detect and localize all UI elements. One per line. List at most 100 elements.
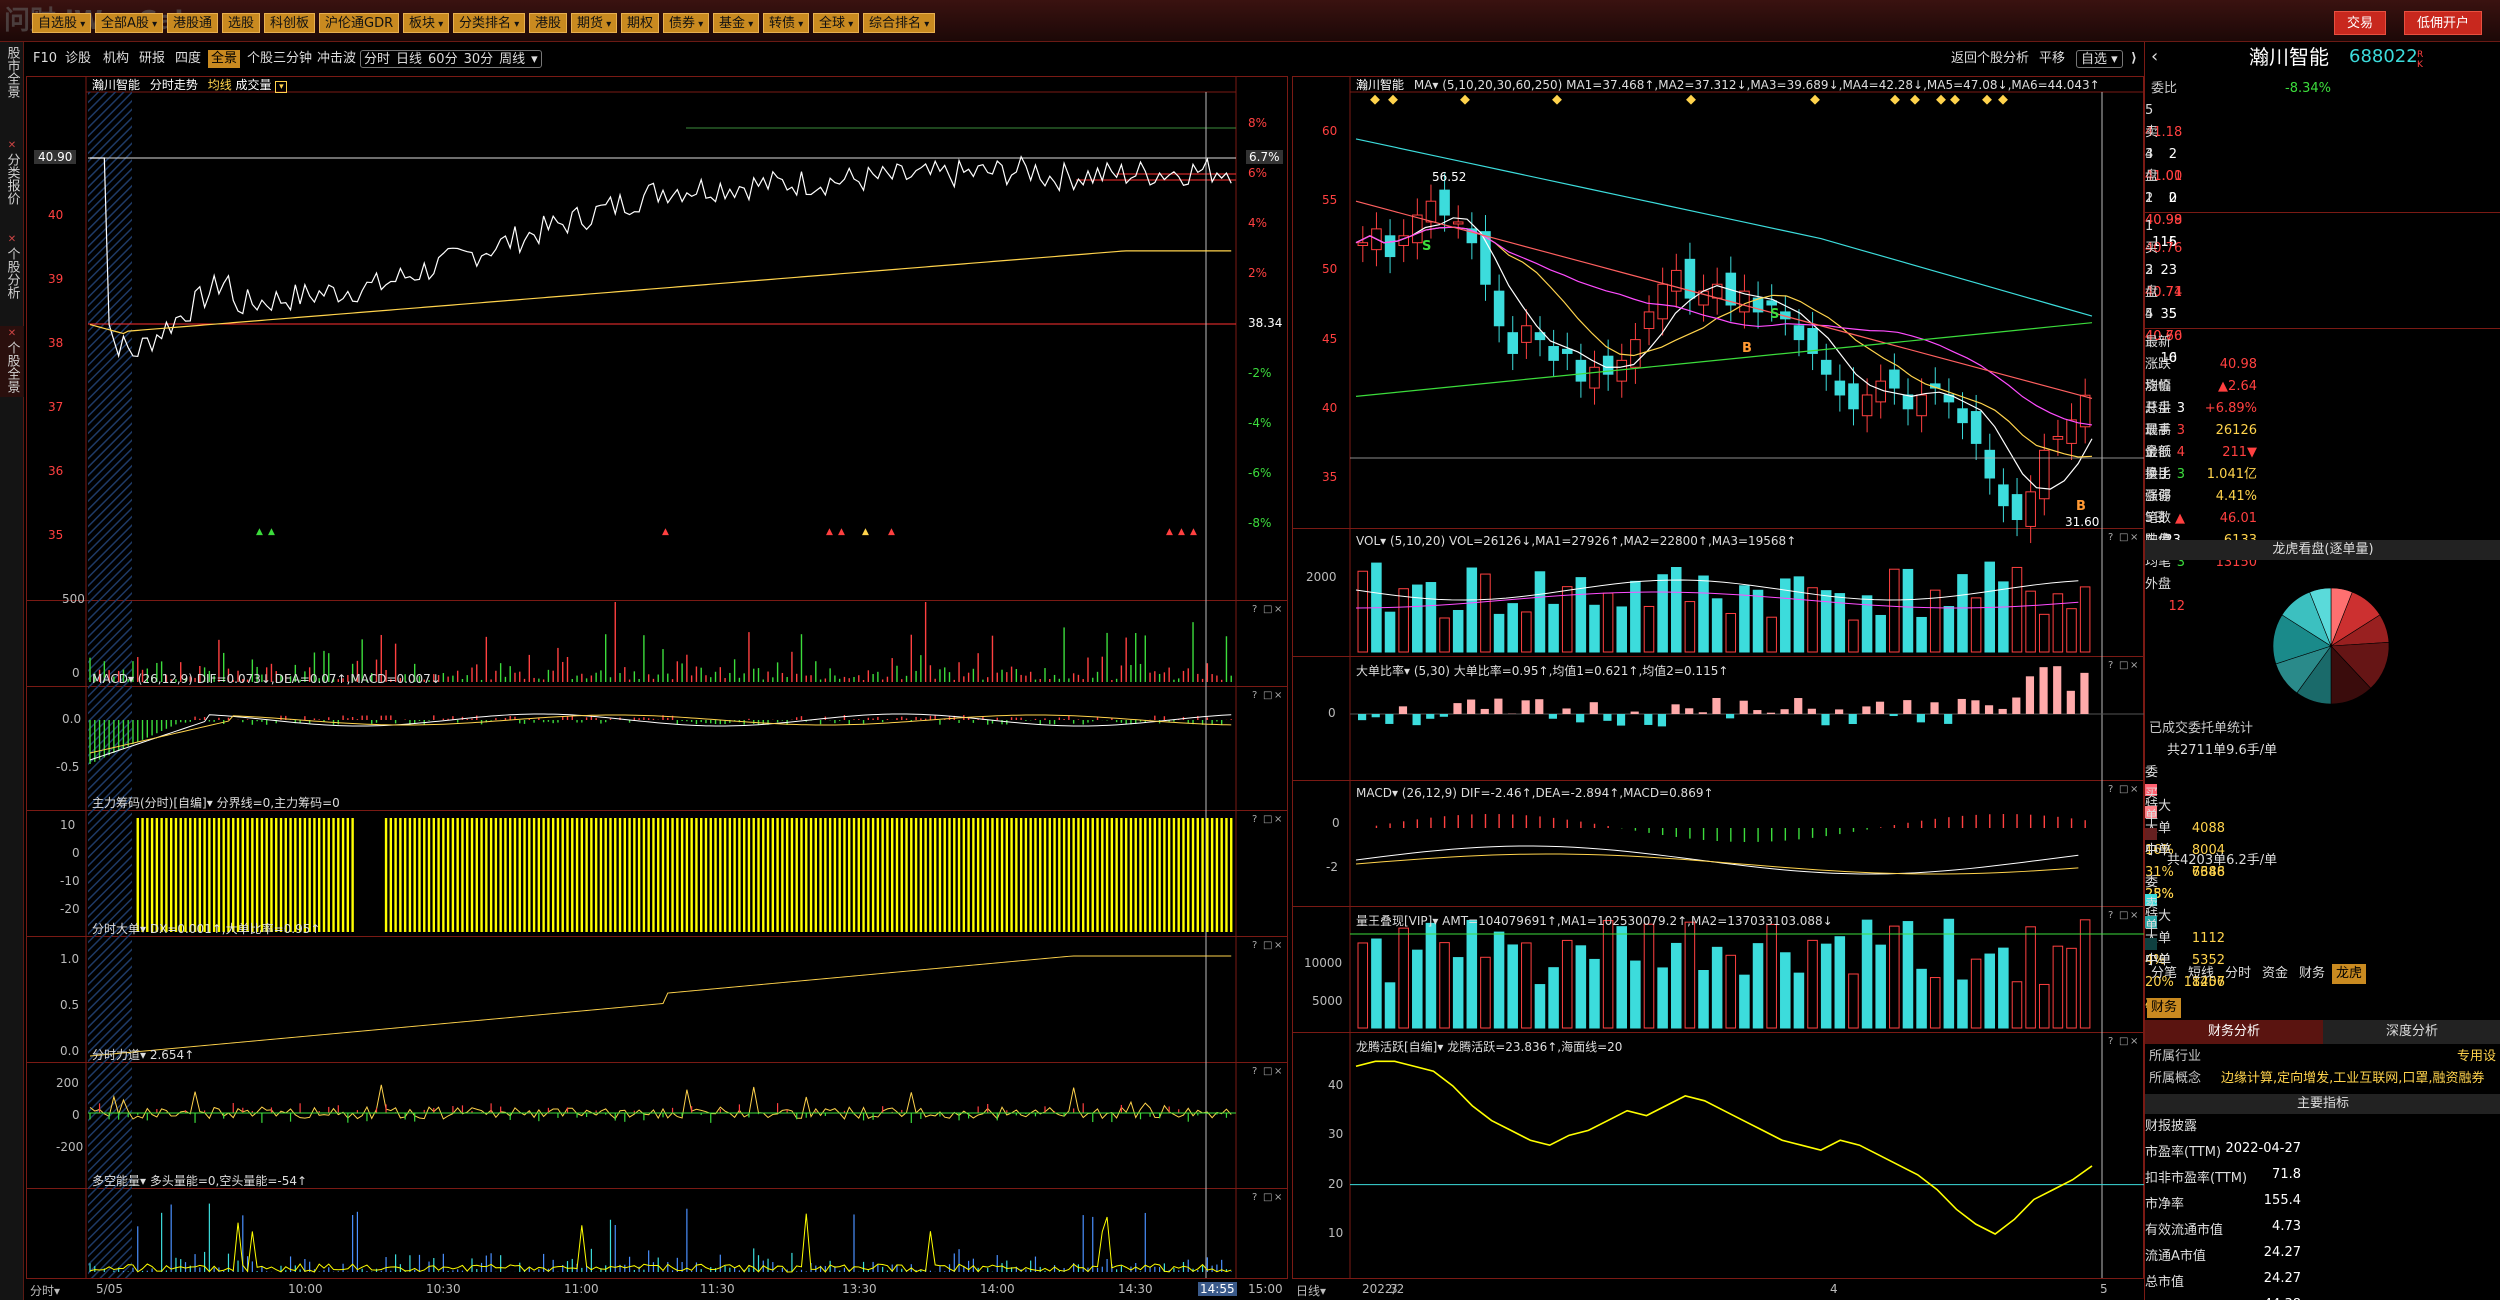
panel-control-icon: ?	[2108, 1036, 2113, 1047]
indicator-value: 44.38	[2145, 1294, 2301, 1300]
subtab-finance[interactable]: 财务	[2295, 964, 2329, 984]
sell-row[interactable]: 盘 2 40.99 15	[2145, 166, 2500, 250]
daily-volume-bar	[2079, 586, 2091, 653]
pan-button[interactable]: 平移	[2036, 50, 2068, 68]
period-intraday[interactable]: 分时	[361, 52, 393, 67]
tab-overview[interactable]: 全景	[208, 50, 241, 68]
zl-tick: -20	[60, 902, 80, 916]
collapse-icon[interactable]: ⟩	[2128, 50, 2140, 68]
candle-body	[1561, 348, 1573, 354]
dd-ratio-bar	[1944, 714, 1953, 724]
ma10-line	[1355, 226, 2093, 458]
signal-diamond	[1950, 94, 1960, 105]
lw-bar	[1780, 952, 1791, 1029]
stat-row: 笔数6133均笔	[2145, 508, 2500, 570]
sidebar-item-stock-overview[interactable]: ✕ 个股全景	[0, 326, 24, 397]
tab-impact[interactable]: 冲击波	[314, 50, 359, 68]
panel-control-icon: ×	[1274, 604, 1282, 615]
panel-border	[1292, 1032, 2144, 1279]
candle-body	[1384, 235, 1396, 258]
stock-picker-button[interactable]: 选股	[222, 13, 261, 33]
tab-four-degree[interactable]: 四度	[172, 50, 204, 68]
convertible-button[interactable]: 转债	[763, 13, 810, 33]
sell-row[interactable]: 3 41.00 2	[2145, 144, 2500, 206]
tab-diagnose[interactable]: 诊股	[62, 50, 94, 68]
tab-f10[interactable]: F10	[30, 50, 60, 68]
back-icon[interactable]: ‹	[2151, 46, 2158, 68]
funds-button[interactable]: 基金	[713, 13, 760, 33]
tab-institution[interactable]: 机构	[100, 50, 132, 68]
back-to-analysis-button[interactable]: 返回个股分析	[1948, 50, 2032, 68]
time-tick: 14:55	[1198, 1282, 1237, 1296]
settings-icon[interactable]: ▾	[275, 81, 288, 93]
finance-tab[interactable]: 财务	[2147, 998, 2182, 1018]
tab-three-minute[interactable]: 个股三分钟	[244, 50, 315, 68]
all-a-shares-button[interactable]: 全部A股	[95, 13, 164, 33]
hk-connect-button[interactable]: 港股通	[167, 13, 219, 33]
buy-row[interactable]: 3 40.71 35	[2145, 260, 2500, 322]
period-30min[interactable]: 30分	[461, 52, 497, 67]
watchlist-dropdown[interactable]: 自选 ▾	[2076, 50, 2123, 68]
gdr-button[interactable]: 沪伦通GDR	[319, 13, 400, 33]
sidebar-item-market[interactable]: 股市全景	[0, 46, 24, 102]
subtab-capital[interactable]: 资金	[2258, 964, 2292, 984]
star-market-button[interactable]: 科创板	[264, 13, 316, 33]
sidebar-item-category[interactable]: ✕ 分类报价	[0, 138, 24, 209]
sell-row[interactable]: 卖 4 41.01 0	[2145, 122, 2500, 206]
sell-row[interactable]: 5 41.18 2	[2145, 100, 2500, 162]
dd-ratio-bar	[1358, 714, 1367, 721]
sector-button[interactable]: 板块	[403, 13, 450, 33]
period-selector[interactable]: 分时 日线 60分 30分 周线 ▾	[360, 50, 542, 68]
stat-label: 笔数	[2145, 511, 2172, 526]
panel-control-icon: □	[1263, 1066, 1272, 1077]
close-icon[interactable]: ✕	[0, 232, 24, 247]
duokong-title: 多空能量▾ 多头量能=0,空头量能=-54↑	[92, 1174, 308, 1188]
global-button[interactable]: 全球	[813, 13, 860, 33]
deep-analysis-button[interactable]: 深度分析	[2323, 1020, 2500, 1044]
bonds-button[interactable]: 债券	[663, 13, 710, 33]
buy-row[interactable]: 盘 4 40.70 10	[2145, 282, 2500, 366]
watchlist-label: 自选	[2081, 52, 2108, 67]
period-daily[interactable]: 日线	[393, 52, 425, 67]
close-icon[interactable]: ✕	[0, 138, 24, 153]
sell-row[interactable]: 1 40.98 116	[2145, 188, 2500, 250]
lw-bar	[1998, 947, 2009, 1029]
close-icon[interactable]: ✕	[0, 326, 24, 341]
lidao-line	[89, 1084, 1232, 1120]
futures-button[interactable]: 期货	[571, 13, 618, 33]
subtab-longhu[interactable]: 龙虎	[2332, 964, 2367, 984]
bottom-period-label[interactable]: 分时▾	[30, 1282, 60, 1299]
daily-bottom-period[interactable]: 日线▾	[1296, 1282, 1326, 1299]
subtab-short-term[interactable]: 短线	[2184, 964, 2218, 984]
buy-row[interactable]: 1 40.76 23	[2145, 216, 2500, 278]
tab-research[interactable]: 研报	[136, 50, 168, 68]
lw-bar	[1616, 926, 1628, 1029]
period-weekly[interactable]: 周线	[496, 52, 528, 67]
panel-control-icon: ?	[1252, 690, 1257, 701]
hk-stocks-button[interactable]: 港股	[529, 13, 568, 33]
chevron-down-icon[interactable]: ▾	[528, 52, 541, 67]
subtab-intraday[interactable]: 分时	[2221, 964, 2255, 984]
open-account-button[interactable]: 低佣开户	[2404, 11, 2483, 35]
daily-charts[interactable]: ? □ ×? □ ×? □ ×? □ ×? □ ×SSBB	[1292, 70, 2144, 1300]
overall-rank-button[interactable]: 综合排名	[863, 13, 936, 33]
period-60min[interactable]: 60分	[425, 52, 461, 67]
signal-diamond	[1910, 94, 1920, 105]
time-tick: 11:00	[564, 1282, 599, 1296]
time-tick: 13:30	[842, 1282, 877, 1296]
finance-analysis-button[interactable]: 财务分析	[2145, 1020, 2323, 1044]
watchlist-button[interactable]: 自选股	[32, 13, 92, 33]
ma250-line	[1355, 322, 2093, 397]
stat-row: 最新 40.98 均价 3	[2145, 332, 2500, 416]
buy-row[interactable]: 5 40.66 6	[2145, 304, 2500, 366]
buy-row[interactable]: 买 2 40.74 5	[2145, 238, 2500, 322]
trade-button[interactable]: 交易	[2334, 11, 2387, 35]
signal-diamond	[1686, 94, 1696, 105]
sidebar-item-stock-analysis[interactable]: ✕ 个股分析	[0, 232, 24, 303]
category-rank-button[interactable]: 分类排名	[453, 13, 526, 33]
subtab-fenbi[interactable]: 分笔	[2147, 964, 2181, 984]
options-button[interactable]: 期权	[621, 13, 660, 33]
dea-line	[89, 714, 1232, 754]
price-tick: 36	[48, 463, 64, 478]
orderbook-divider	[2145, 212, 2500, 213]
